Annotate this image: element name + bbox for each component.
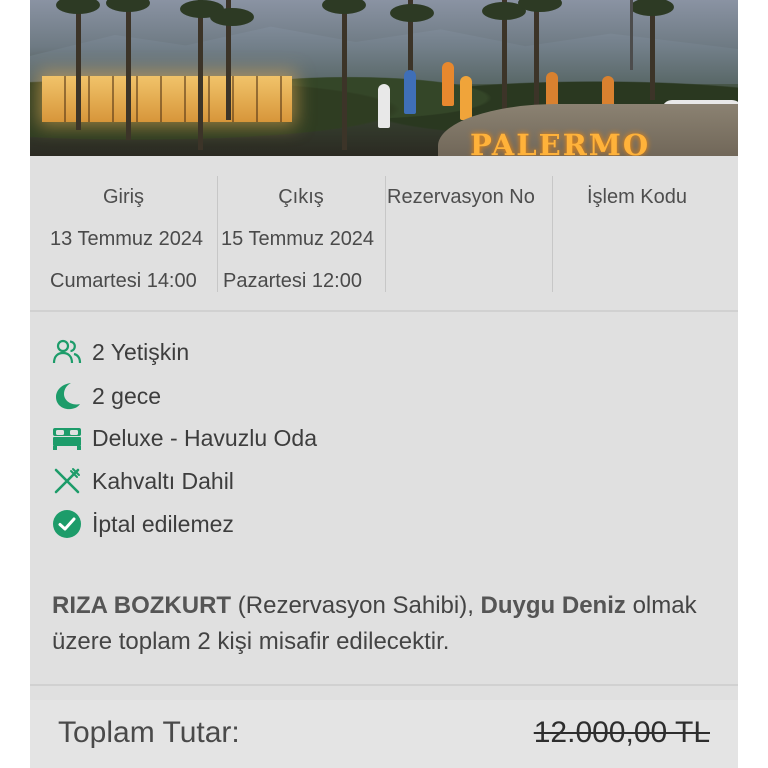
owner-role: (Rezervasyon Sahibi),: [237, 592, 474, 619]
detail-guests: 2 Yetişkin: [52, 336, 189, 368]
checkout-title: Çıkış: [278, 186, 324, 208]
total-label: Toplam Tutar:: [58, 716, 240, 749]
fork-knife-icon: [52, 466, 82, 496]
price-summary: Toplam Tutar: 12.000,00 TL: [30, 700, 738, 768]
hotel-photo: PALERMO: [30, 0, 738, 156]
checkout-date: 15 Temmuz 2024: [221, 228, 375, 250]
section-divider: [30, 684, 738, 686]
checkout-column: Çıkış 15 Temmuz 2024 Pazartesi 12:00: [217, 176, 385, 292]
moon-icon: [52, 381, 82, 411]
section-divider: [30, 310, 738, 312]
detail-board: Kahvaltı Dahil: [52, 465, 234, 497]
checkin-day-time: Cumartesi 14:00: [50, 270, 197, 292]
transaction-code-title: İşlem Kodu: [586, 186, 688, 208]
detail-cancellation: İptal edilemez: [52, 508, 234, 540]
reservation-no-title: Rezervasyon No: [387, 186, 535, 208]
total-original-price: 12.000,00 TL: [533, 716, 710, 749]
transaction-code-column: İşlem Kodu: [552, 176, 738, 292]
checkout-day-time: Pazartesi 12:00: [223, 270, 362, 292]
users-icon: [52, 337, 82, 367]
guests-text: 2 Yetişkin: [92, 338, 190, 365]
bed-icon: [52, 423, 82, 453]
checkin-column: Giriş 13 Temmuz 2024 Cumartesi 14:00: [30, 176, 217, 292]
guest-summary: RIZA BOZKURT (Rezervasyon Sahibi), Duygu…: [52, 588, 712, 660]
checkin-date: 13 Temmuz 2024: [50, 228, 204, 250]
detail-room: Deluxe - Havuzlu Oda: [52, 422, 317, 454]
restaurant-sign-text: PALERMO: [470, 128, 651, 156]
checkin-title: Giriş: [102, 186, 145, 208]
owner-name: RIZA BOZKURT: [52, 592, 232, 619]
reservation-no-column: Rezervasyon No: [385, 176, 552, 292]
cancellation-text: İptal edilemez: [92, 510, 234, 537]
board-text: Kahvaltı Dahil: [92, 467, 234, 494]
guest-name: Duygu Deniz: [480, 592, 626, 619]
reservation-card: PALERMO Giriş 13 Temmuz 2024 Cumartesi 1…: [30, 0, 738, 768]
room-text: Deluxe - Havuzlu Oda: [92, 424, 317, 451]
check-circle-icon: [52, 509, 82, 539]
nights-text: 2 gece: [92, 382, 162, 409]
booking-dates: Giriş 13 Temmuz 2024 Cumartesi 14:00 Çık…: [30, 156, 738, 310]
detail-nights: 2 gece: [52, 380, 161, 412]
